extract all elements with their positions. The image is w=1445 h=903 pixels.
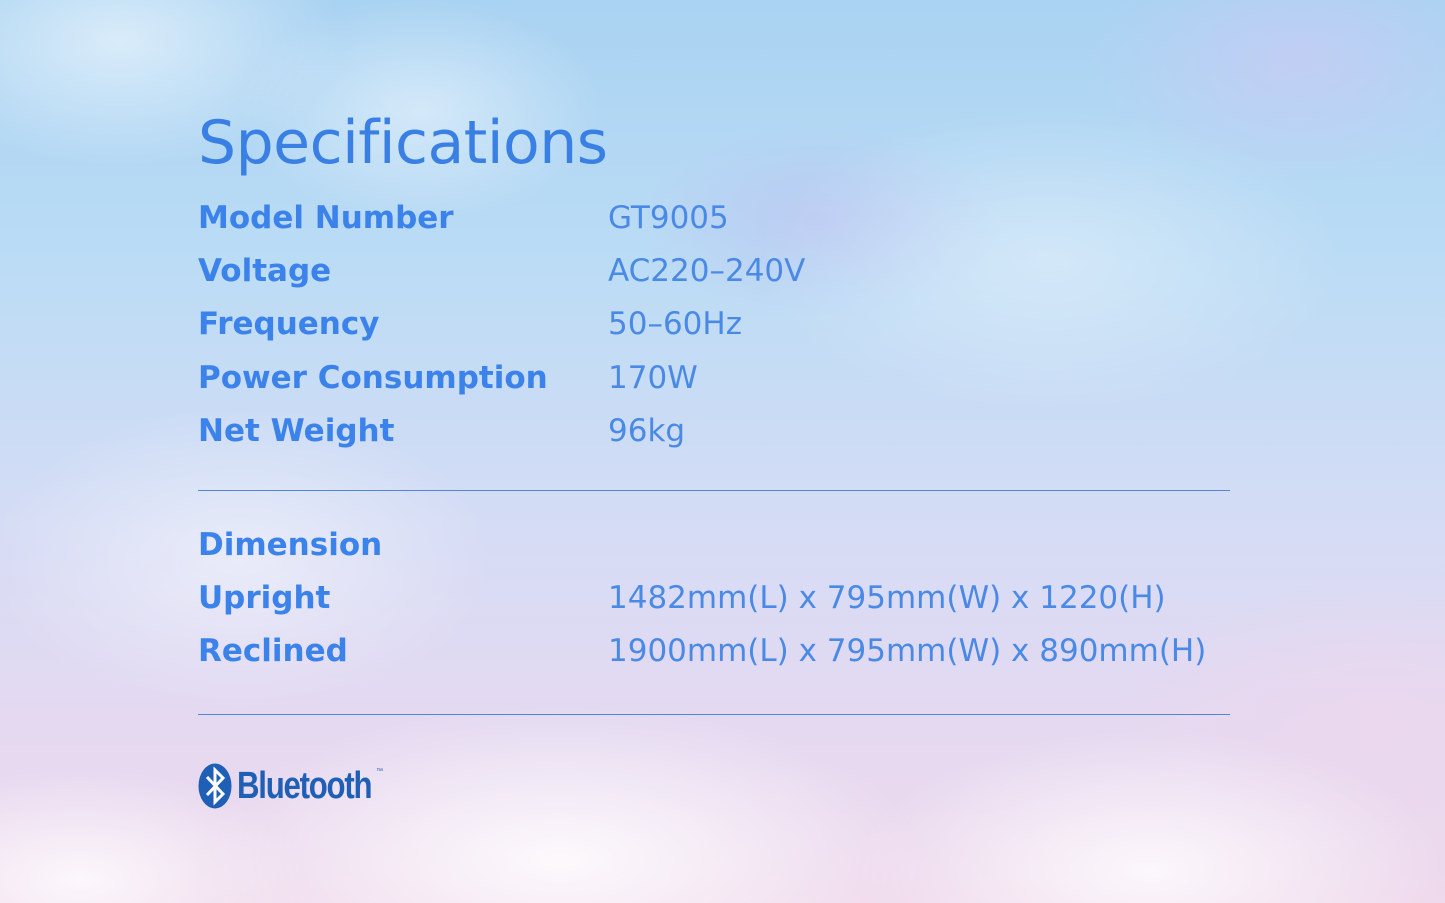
spec-row-frequency: Frequency 50–60Hz <box>198 304 1230 344</box>
spec-row-upright: Upright 1482mm(L) x 795mm(W) x 1220(H) <box>198 578 1230 618</box>
divider-top <box>198 490 1230 491</box>
spec-value: 1482mm(L) x 795mm(W) x 1220(H) <box>608 580 1166 616</box>
spec-label: Voltage <box>198 253 332 289</box>
spec-label: Frequency <box>198 306 380 342</box>
spec-row-reclined: Reclined 1900mm(L) x 795mm(W) x 890mm(H) <box>198 631 1230 671</box>
spec-value: AC220–240V <box>608 253 806 289</box>
spec-value: 1900mm(L) x 795mm(W) x 890mm(H) <box>608 633 1207 669</box>
spec-value: 50–60Hz <box>608 306 742 342</box>
spec-row-model-number: Model Number GT9005 <box>198 198 1230 238</box>
specifications-panel: Specifications Model Number GT9005 Volta… <box>198 0 1230 903</box>
spec-label: Model Number <box>198 200 454 236</box>
spec-label: Power Consumption <box>198 360 548 396</box>
trademark-symbol: ™ <box>376 768 383 775</box>
page-title: Specifications <box>198 108 608 178</box>
spec-label: Reclined <box>198 633 348 669</box>
spec-row-net-weight: Net Weight 96kg <box>198 411 1230 451</box>
spec-value: GT9005 <box>608 200 729 236</box>
spec-value: 170W <box>608 360 698 396</box>
spec-label: Net Weight <box>198 413 395 449</box>
dimension-heading: Dimension <box>198 527 383 563</box>
spec-label: Upright <box>198 580 331 616</box>
dimension-heading-row: Dimension <box>198 525 1230 565</box>
divider-bottom <box>198 714 1230 715</box>
bluetooth-logo: Bluetooth ™ <box>198 762 401 810</box>
spec-row-voltage: Voltage AC220–240V <box>198 251 1230 291</box>
spec-value: 96kg <box>608 413 686 449</box>
bluetooth-wordmark: Bluetooth <box>237 764 373 807</box>
spec-row-power-consumption: Power Consumption 170W <box>198 358 1230 398</box>
bluetooth-icon <box>198 763 232 809</box>
